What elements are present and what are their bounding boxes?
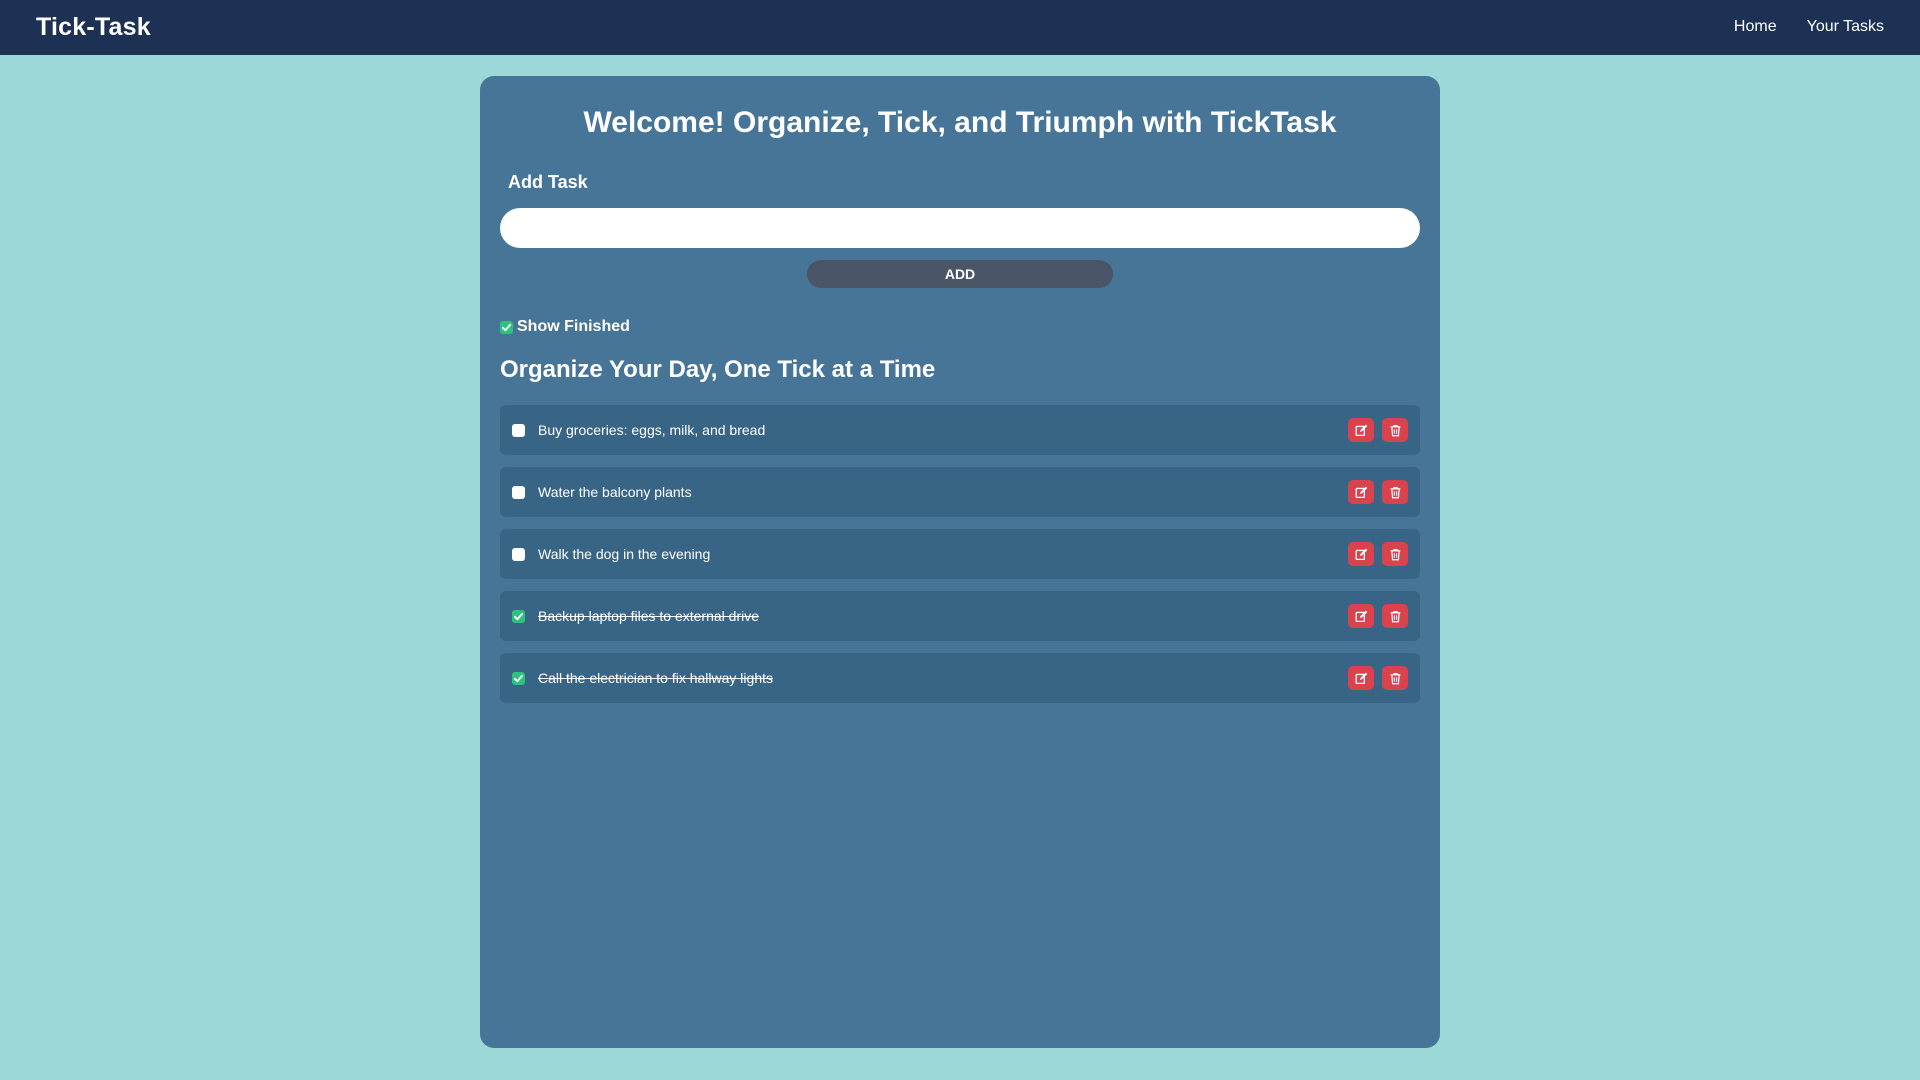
page-title: Welcome! Organize, Tick, and Triumph wit… [583,106,1337,139]
task-text: Call the electrician to fix hallway ligh… [538,670,773,686]
edit-button[interactable] [1348,604,1374,628]
task-row: Water the balcony plants [500,467,1420,517]
checkmark-icon [513,674,524,682]
brand-logo[interactable]: Tick-Task [36,13,151,42]
edit-button[interactable] [1348,542,1374,566]
task-actions [1348,604,1408,628]
edit-icon [1355,424,1367,436]
edit-icon [1355,610,1367,622]
task-row: Backup laptop files to external drive [500,591,1420,641]
delete-button[interactable] [1382,604,1408,628]
add-task-label: Add Task [508,172,588,192]
add-button[interactable]: ADD [807,260,1113,288]
edit-button[interactable] [1348,418,1374,442]
task-actions [1348,666,1408,690]
task-card: Welcome! Organize, Tick, and Triumph wit… [480,76,1440,1048]
task-actions [1348,542,1408,566]
edit-button[interactable] [1348,480,1374,504]
show-finished-checkbox[interactable] [500,320,513,334]
navbar: Tick-Task Home Your Tasks [0,0,1920,55]
checkmark-icon [501,323,512,331]
delete-button[interactable] [1382,480,1408,504]
trash-icon [1390,548,1400,560]
task-actions [1348,418,1408,442]
nav-links: Home Your Tasks [1734,18,1884,36]
task-checkbox[interactable] [512,671,525,685]
delete-button[interactable] [1382,542,1408,566]
task-list: Buy groceries: eggs, milk, and bread Wate… [500,405,1420,715]
task-checkbox[interactable] [512,547,525,561]
delete-button[interactable] [1382,666,1408,690]
trash-icon [1390,610,1400,622]
show-finished-toggle[interactable]: Show Finished [500,318,630,336]
task-checkbox[interactable] [512,423,525,437]
section-title: Organize Your Day, One Tick at a Time [500,356,936,383]
task-row: Buy groceries: eggs, milk, and bread [500,405,1420,455]
edit-icon [1355,486,1367,498]
task-row: Walk the dog in the evening [500,529,1420,579]
edit-icon [1355,548,1367,560]
task-row: Call the electrician to fix hallway ligh… [500,653,1420,703]
task-text: Water the balcony plants [538,484,692,500]
edit-button[interactable] [1348,666,1374,690]
task-actions [1348,480,1408,504]
delete-button[interactable] [1382,418,1408,442]
task-checkbox[interactable] [512,609,525,623]
trash-icon [1390,672,1400,684]
checkmark-icon [513,612,524,620]
trash-icon [1390,424,1400,436]
task-text: Backup laptop files to external drive [538,608,760,624]
trash-icon [1390,486,1400,498]
nav-link-your-tasks[interactable]: Your Tasks [1807,18,1884,36]
task-text: Walk the dog in the evening [538,546,711,562]
show-finished-label: Show Finished [517,318,630,335]
task-text: Buy groceries: eggs, milk, and bread [538,422,766,438]
edit-icon [1355,672,1367,684]
nav-link-home[interactable]: Home [1734,18,1777,36]
task-checkbox[interactable] [512,485,525,499]
task-input[interactable] [500,208,1420,248]
